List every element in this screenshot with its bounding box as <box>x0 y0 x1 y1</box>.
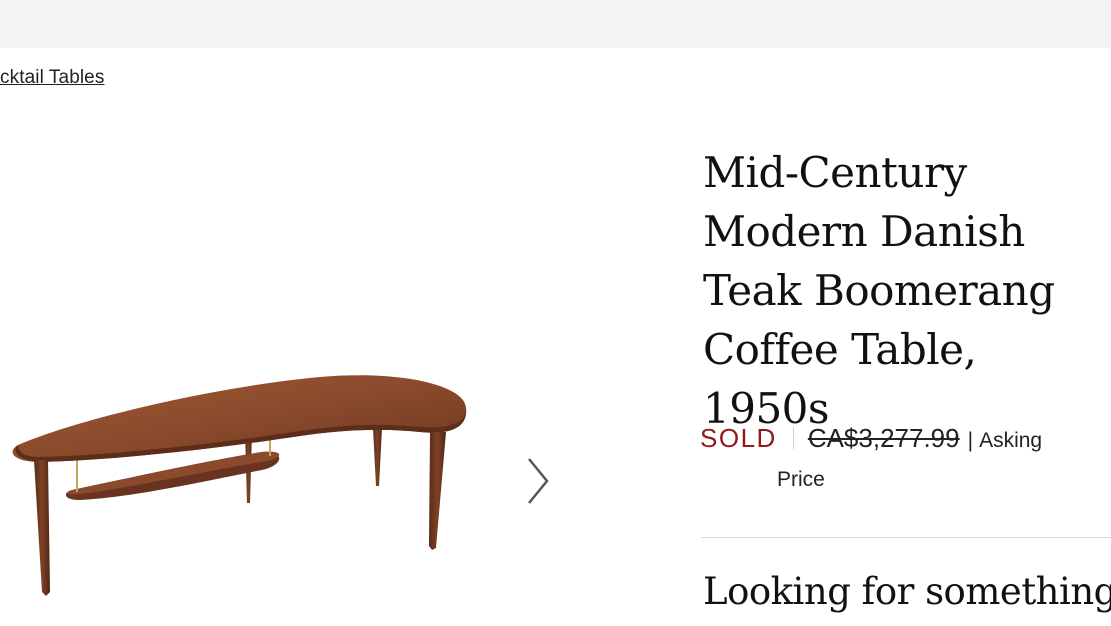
divider <box>792 427 794 449</box>
price-row: SOLD CA$3,277.99 | Asking <box>700 414 1100 465</box>
title-line: Modern Danish <box>703 207 1025 256</box>
original-price: CA$3,277.99 <box>807 423 960 453</box>
asking-label: Asking <box>979 429 1043 452</box>
section-divider <box>701 537 1111 538</box>
looking-heading: Looking for something <box>703 570 1111 613</box>
table-illustration <box>12 375 467 596</box>
sold-status: SOLD <box>700 423 777 453</box>
price-label: Price <box>777 468 825 491</box>
product-title: Mid-Century Modern Danish Teak Boomerang… <box>703 143 1103 438</box>
top-bar <box>0 0 1111 48</box>
pipe-separator: | <box>967 429 974 452</box>
chevron-right-icon <box>528 458 549 504</box>
next-image-button[interactable] <box>520 452 556 510</box>
product-image[interactable] <box>0 300 520 621</box>
title-line: Mid-Century <box>703 148 967 197</box>
title-line: Teak Boomerang <box>703 266 1055 315</box>
breadcrumb-link[interactable]: cktail Tables <box>0 67 104 89</box>
